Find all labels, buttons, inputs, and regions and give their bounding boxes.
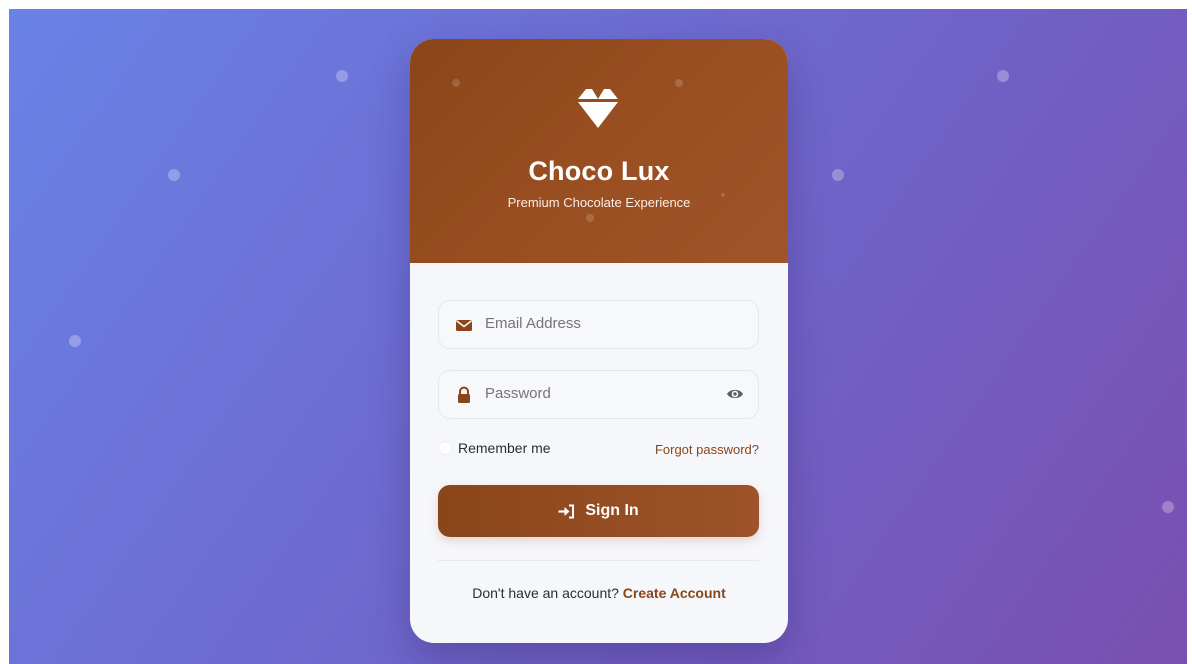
decorative-dot bbox=[1162, 501, 1174, 513]
signup-prompt: Don't have an account? Create Account bbox=[410, 585, 788, 601]
password-field[interactable] bbox=[438, 370, 759, 419]
envelope-icon bbox=[456, 320, 472, 331]
create-account-link[interactable]: Create Account bbox=[623, 585, 726, 601]
decorative-dot bbox=[997, 70, 1009, 82]
card-header: Choco Lux Premium Chocolate Experience bbox=[410, 39, 788, 263]
sign-in-button[interactable]: Sign In bbox=[438, 485, 759, 537]
brand-name: Choco Lux bbox=[528, 156, 670, 186]
sign-in-label: Sign In bbox=[585, 502, 639, 519]
decorative-dot bbox=[452, 79, 460, 87]
decorative-dot bbox=[586, 214, 594, 222]
page-background: Choco Lux Premium Chocolate Experience E… bbox=[9, 9, 1187, 664]
decorative-dot bbox=[832, 169, 844, 181]
forgot-password-link[interactable]: Forgot password? bbox=[655, 442, 759, 457]
decorative-dot bbox=[69, 335, 81, 347]
decorative-dot bbox=[168, 169, 180, 181]
decorative-dot bbox=[675, 79, 683, 87]
remember-me-checkbox[interactable] bbox=[438, 441, 452, 455]
brand-tagline: Premium Chocolate Experience bbox=[507, 195, 691, 210]
decorative-dot bbox=[336, 70, 348, 82]
password-input[interactable] bbox=[485, 371, 715, 417]
signup-prompt-text: Don't have an account? bbox=[472, 585, 619, 601]
divider bbox=[438, 560, 759, 561]
email-input[interactable] bbox=[485, 301, 715, 347]
eye-icon[interactable] bbox=[726, 386, 744, 402]
remember-me-option[interactable]: Remember me bbox=[438, 439, 551, 457]
login-card: Choco Lux Premium Chocolate Experience E… bbox=[410, 39, 788, 643]
lock-icon bbox=[458, 386, 470, 403]
remember-me-label: Remember me bbox=[458, 440, 551, 456]
sign-in-icon bbox=[558, 504, 575, 518]
diamond-icon bbox=[578, 89, 618, 128]
email-field[interactable] bbox=[438, 300, 759, 349]
